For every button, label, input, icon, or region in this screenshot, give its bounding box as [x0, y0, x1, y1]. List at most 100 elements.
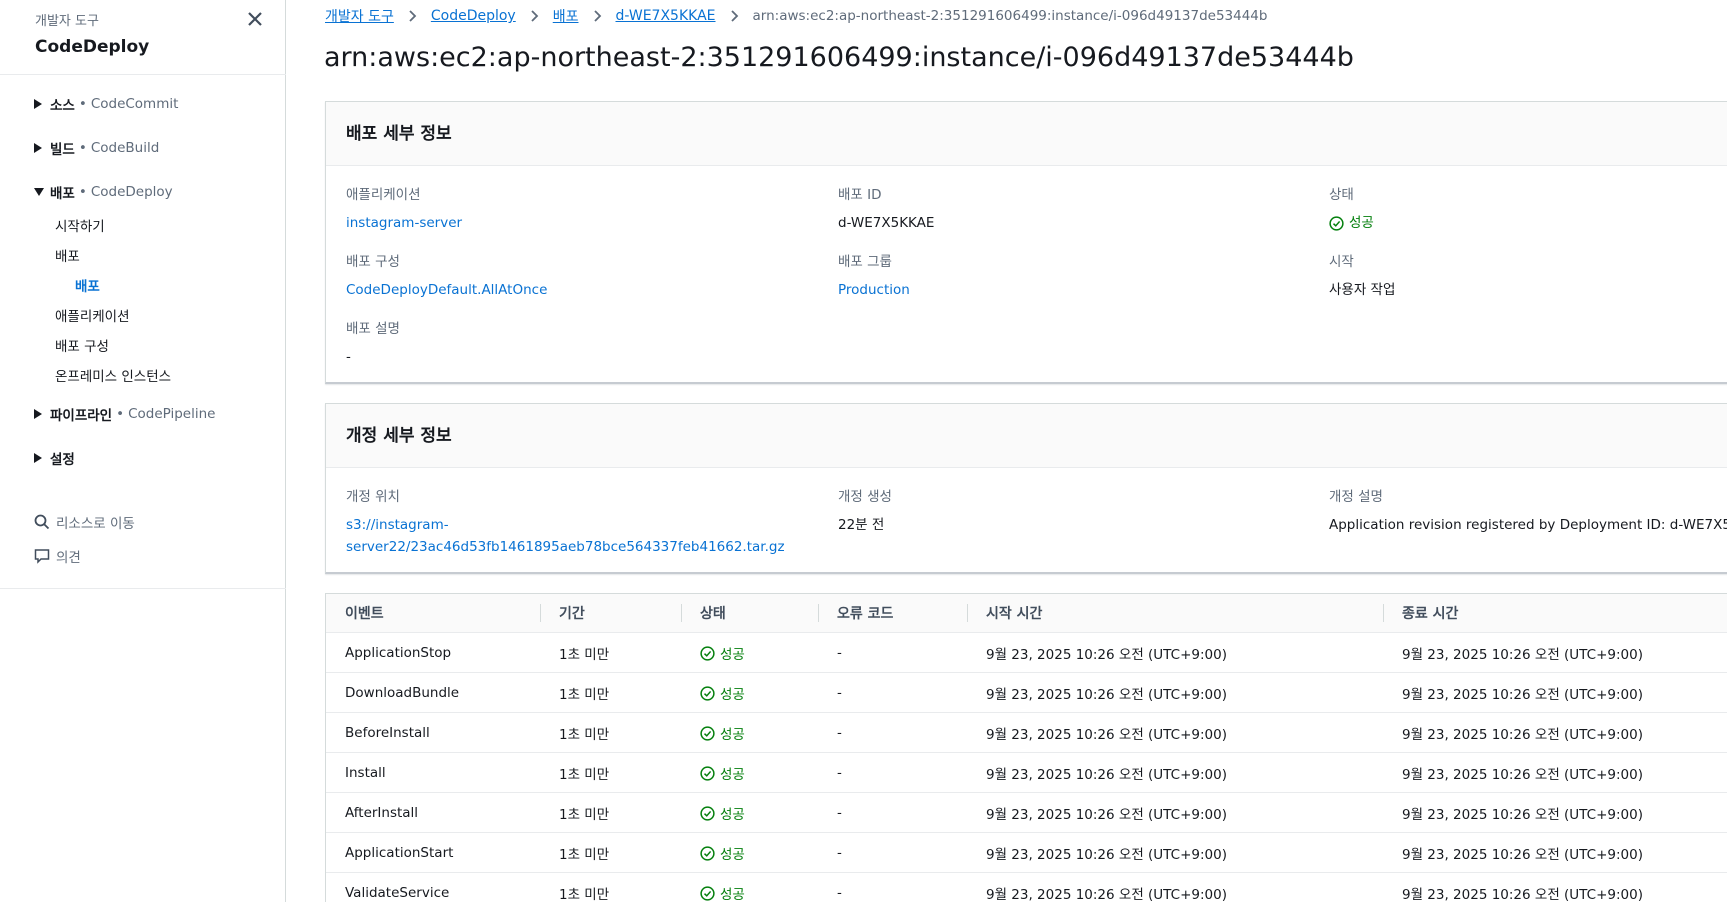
check-circle-icon	[700, 685, 715, 701]
sidebar-item-getting-started[interactable]: 시작하기	[55, 215, 105, 235]
section-label: 소스	[50, 98, 75, 114]
column-divider	[1383, 604, 1384, 622]
check-circle-icon	[700, 765, 715, 781]
sidebar-item-deployments[interactable]: 배포	[75, 275, 100, 295]
event-name-cell: DownloadBundle	[345, 685, 460, 701]
sidebar-section-pipeline[interactable]: 파이프라인 • CodePipeline	[34, 404, 215, 424]
table-body: ApplicationStop 1초 미만 성공 - 9월 23, 2025 1…	[326, 633, 1727, 902]
column-divider	[540, 604, 541, 622]
duration-cell: 1초 미만	[559, 647, 610, 663]
application-link[interactable]: instagram-server	[346, 212, 462, 234]
chevron-right-icon	[408, 10, 417, 22]
end-time-cell: 9월 23, 2025 10:26 오전 (UTC+9:00)	[1402, 807, 1643, 823]
status-cell: 성공	[700, 873, 745, 902]
bullet: •	[78, 184, 87, 200]
status-cell: 성공	[700, 753, 745, 793]
revision-location-line: s3://instagram-	[346, 517, 449, 533]
sidebar-section-build[interactable]: 빌드 • CodeBuild	[34, 138, 159, 158]
status-badge: 성공	[700, 883, 745, 902]
status-badge: 성공	[700, 763, 745, 783]
revision-description-field: 개정 설명 Application revision registered by…	[1329, 485, 1727, 536]
close-icon[interactable]	[246, 10, 264, 28]
feedback-link[interactable]: 의견	[34, 546, 81, 566]
divider	[0, 588, 286, 589]
breadcrumb-deployments[interactable]: 배포	[553, 6, 579, 26]
status-text: 성공	[720, 847, 745, 863]
status-cell: 성공	[700, 673, 745, 713]
field-label: 배포 ID	[838, 187, 882, 203]
breadcrumb-codedeploy[interactable]: CodeDeploy	[431, 8, 516, 24]
start-time-cell: 9월 23, 2025 10:26 오전 (UTC+9:00)	[986, 767, 1227, 783]
sidebar-item-deploy[interactable]: 배포	[55, 245, 80, 265]
sidebar-section-deploy[interactable]: 배포 • CodeDeploy	[34, 182, 173, 202]
status-text: 성공	[720, 807, 745, 823]
revision-location-link[interactable]: s3://instagram- server22/23ac46d53fb1461…	[346, 514, 785, 558]
sidebar-section-settings[interactable]: 설정	[34, 448, 75, 468]
search-icon	[34, 514, 50, 530]
section-service: CodeCommit	[90, 96, 179, 112]
chevron-right-icon	[593, 10, 602, 22]
column-header-error-code[interactable]: 오류 코드	[837, 594, 893, 632]
status-badge: 성공	[700, 683, 745, 703]
sidebar-item-onprem-instances[interactable]: 온프레미스 인스턴스	[55, 365, 171, 385]
status-text: 성공	[720, 687, 745, 703]
check-circle-icon	[700, 805, 715, 821]
caret-down-icon	[34, 188, 44, 196]
check-circle-icon	[700, 645, 715, 661]
deployment-config-link[interactable]: CodeDeployDefault.AllAtOnce	[346, 279, 547, 301]
table-row: Install 1초 미만 성공 - 9월 23, 2025 10:26 오전 …	[326, 753, 1727, 793]
status-badge: 성공	[700, 643, 745, 663]
status-cell: 성공	[700, 713, 745, 753]
deployment-group-field: 배포 그룹 Production	[838, 250, 910, 301]
end-time-cell: 9월 23, 2025 10:26 오전 (UTC+9:00)	[1402, 887, 1643, 902]
caret-right-icon	[34, 453, 42, 463]
event-name-cell: Install	[345, 765, 386, 781]
section-service: CodeDeploy	[90, 184, 173, 200]
error-code-cell: -	[837, 765, 842, 781]
breadcrumb-current: arn:aws:ec2:ap-northeast-2:351291606499:…	[752, 8, 1268, 24]
start-time-cell: 9월 23, 2025 10:26 오전 (UTC+9:00)	[986, 687, 1227, 703]
field-label: 상태	[1329, 187, 1354, 203]
field-value: Application revision registered by Deplo…	[1329, 517, 1727, 533]
sidebar-item-applications[interactable]: 애플리케이션	[55, 305, 130, 325]
check-circle-icon	[700, 845, 715, 861]
end-time-cell: 9월 23, 2025 10:26 오전 (UTC+9:00)	[1402, 847, 1643, 863]
bullet: •	[78, 96, 87, 112]
column-header-duration[interactable]: 기간	[559, 594, 585, 632]
table-row: ApplicationStart 1초 미만 성공 - 9월 23, 2025 …	[326, 833, 1727, 873]
deployment-description-field: 배포 설명 -	[346, 317, 400, 368]
error-code-cell: -	[837, 725, 842, 741]
column-header-status[interactable]: 상태	[700, 594, 726, 632]
sidebar-item-deployment-configs[interactable]: 배포 구성	[55, 335, 109, 355]
field-label: 개정 위치	[346, 489, 400, 505]
deployment-group-link[interactable]: Production	[838, 279, 910, 301]
column-header-event[interactable]: 이벤트	[345, 594, 384, 632]
duration-cell: 1초 미만	[559, 767, 610, 783]
field-label: 배포 설명	[346, 321, 400, 337]
panel-title: 배포 세부 정보	[326, 102, 1727, 166]
field-value: d-WE7X5KKAE	[838, 215, 935, 231]
field-value: 22분 전	[838, 517, 885, 533]
section-service: CodeBuild	[90, 140, 160, 156]
start-time-cell: 9월 23, 2025 10:26 오전 (UTC+9:00)	[986, 647, 1227, 663]
field-label: 시작	[1329, 254, 1354, 270]
column-header-start-time[interactable]: 시작 시간	[986, 594, 1042, 632]
sidebar-title[interactable]: CodeDeploy	[35, 37, 149, 57]
breadcrumb-dev-tools[interactable]: 개발자 도구	[325, 6, 394, 26]
breadcrumb-deployment-id[interactable]: d-WE7X5KKAE	[616, 8, 716, 24]
sidebar-section-source[interactable]: 소스 • CodeCommit	[34, 94, 178, 114]
sidebar-kicker-link[interactable]: 개발자 도구	[35, 10, 149, 29]
end-time-cell: 9월 23, 2025 10:26 오전 (UTC+9:00)	[1402, 727, 1643, 743]
status-text: 성공	[720, 727, 745, 743]
deployment-config-field: 배포 구성 CodeDeployDefault.AllAtOnce	[346, 250, 547, 301]
duration-cell: 1초 미만	[559, 687, 610, 703]
goto-resource-link[interactable]: 리소스로 이동	[34, 512, 135, 532]
initiated-by-field: 시작 사용자 작업	[1329, 250, 1395, 301]
goto-resource-label: 리소스로 이동	[56, 516, 135, 532]
column-header-end-time[interactable]: 종료 시간	[1402, 594, 1458, 632]
panel-title: 개정 세부 정보	[326, 404, 1727, 468]
table-header: 이벤트 기간 상태 오류 코드 시작 시간 종료 시간	[326, 594, 1727, 633]
bullet: •	[116, 406, 125, 422]
section-label: 파이프라인	[50, 408, 113, 424]
field-label: 개정 설명	[1329, 489, 1383, 505]
